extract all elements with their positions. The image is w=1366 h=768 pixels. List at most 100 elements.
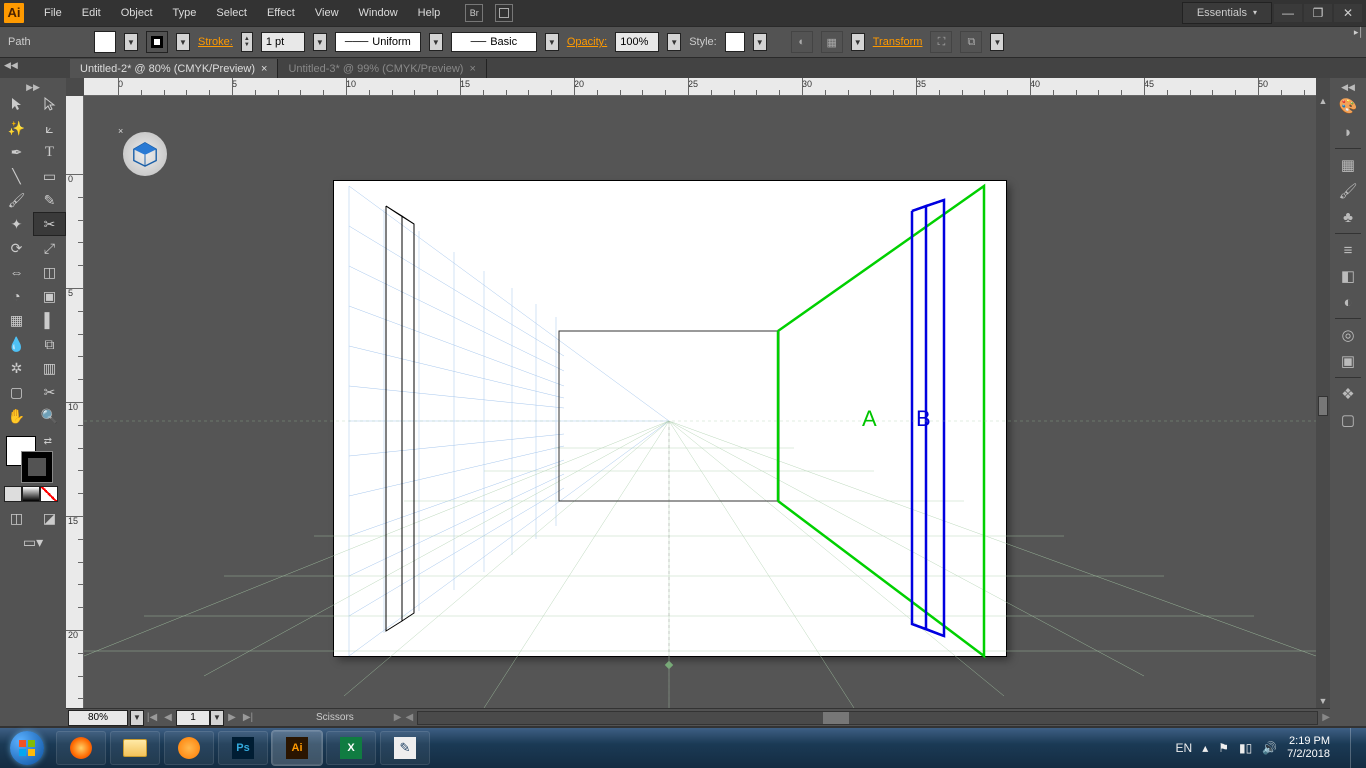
stroke-weight-dropdown[interactable]: ▼ [313, 33, 327, 51]
profile-dropdown[interactable]: ▼ [429, 33, 443, 51]
brush-definition[interactable]: ── Basic [451, 32, 537, 52]
bridge-icon[interactable]: Br [465, 4, 483, 22]
line-tool[interactable]: ╲ [0, 164, 33, 188]
vertical-scrollbar[interactable]: ▲ ▼ [1316, 96, 1330, 708]
selection-tool[interactable] [0, 92, 33, 116]
scroll-thumb-h[interactable] [823, 712, 849, 724]
taskbar-explorer-button[interactable] [110, 731, 160, 765]
menu-type[interactable]: Type [163, 0, 207, 26]
window-minimize-button[interactable]: — [1274, 4, 1302, 22]
scroll-down-icon[interactable]: ▼ [1317, 696, 1329, 708]
taskbar-app-button[interactable]: ✎ [380, 731, 430, 765]
menu-effect[interactable]: Effect [257, 0, 305, 26]
artboard-number-field[interactable]: 1 [176, 710, 210, 726]
show-desktop-button[interactable] [1350, 728, 1362, 768]
last-artboard-button[interactable]: ▶| [240, 712, 256, 723]
prev-artboard-button[interactable]: ◀ [160, 712, 176, 723]
clip-dropdown[interactable]: ▼ [990, 33, 1004, 51]
toolbox-expand-icon[interactable]: ▶▶ [0, 82, 66, 92]
graphic-style-swatch[interactable] [725, 32, 745, 52]
artboard-tool[interactable]: ▢ [0, 380, 33, 404]
color-guide-panel-icon[interactable]: ◗ [1334, 120, 1362, 144]
shape-builder-tool[interactable]: ◔ [0, 284, 33, 308]
zoom-dropdown[interactable]: ▼ [130, 710, 144, 726]
paintbrush-tool[interactable]: 🖌 [0, 188, 33, 212]
menu-file[interactable]: File [34, 0, 72, 26]
stroke-panel-icon[interactable]: ≡ [1334, 238, 1362, 262]
pencil-tool[interactable]: ✎ [33, 188, 66, 212]
start-button[interactable] [4, 728, 50, 768]
fill-stroke-indicator[interactable]: ⇄ [6, 436, 52, 482]
taskbar-firefox-button[interactable] [56, 731, 106, 765]
tray-volume-icon[interactable]: 🔊 [1262, 741, 1277, 755]
artboards-panel-icon[interactable]: ▢ [1334, 408, 1362, 432]
direct-selection-tool[interactable] [33, 92, 66, 116]
align-dropdown[interactable]: ▼ [851, 33, 865, 51]
window-maximize-button[interactable]: ❐ [1304, 4, 1332, 22]
rightdock-expand-icon[interactable]: ◀◀ [1341, 82, 1355, 92]
menu-window[interactable]: Window [349, 0, 408, 26]
brushes-panel-icon[interactable]: 🖌 [1334, 179, 1362, 203]
zoom-level-field[interactable]: 80% [68, 710, 128, 726]
layers-panel-icon[interactable]: ❖ [1334, 382, 1362, 406]
graphic-styles-panel-icon[interactable]: ▣ [1334, 349, 1362, 373]
opacity-field[interactable]: 100% [615, 32, 659, 52]
type-tool[interactable]: T [33, 140, 66, 164]
document-tab-1-close-icon[interactable]: × [261, 63, 267, 75]
stroke-weight-stepper[interactable]: ▲▼ [241, 32, 253, 52]
menu-help[interactable]: Help [408, 0, 451, 26]
gradient-tool[interactable]: ▌ [33, 308, 66, 332]
fill-dropdown[interactable]: ▼ [124, 33, 138, 51]
opacity-panel-link[interactable]: Opacity: [567, 36, 607, 48]
menu-view[interactable]: View [305, 0, 349, 26]
lasso-tool[interactable]: ⟀ [33, 116, 66, 140]
tray-network-icon[interactable]: ▮▯ [1239, 741, 1252, 755]
tray-clock[interactable]: 2:19 PM 7/2/2018 [1287, 735, 1334, 761]
tray-expand-icon[interactable]: ▴ [1202, 741, 1208, 755]
swatches-panel-icon[interactable]: ▦ [1334, 153, 1362, 177]
tray-language-indicator[interactable]: EN [1176, 741, 1193, 755]
opacity-dropdown[interactable]: ▼ [667, 33, 681, 51]
scale-tool[interactable]: ⤢ [33, 236, 66, 260]
window-close-button[interactable]: ✕ [1334, 4, 1362, 22]
taskbar-mediaplayer-button[interactable] [164, 731, 214, 765]
artboard-dropdown[interactable]: ▼ [210, 710, 224, 726]
variable-width-profile[interactable]: ─── Uniform [335, 32, 421, 52]
symbol-sprayer-tool[interactable]: ✲ [0, 356, 33, 380]
tray-action-center-icon[interactable]: ⚑ [1218, 741, 1229, 755]
width-tool[interactable]: ⇔ [0, 260, 33, 284]
stroke-color-swatch[interactable] [22, 452, 52, 482]
gradient-mode-button[interactable] [22, 486, 40, 502]
rotate-tool[interactable]: ⟳ [0, 236, 33, 260]
first-artboard-button[interactable]: |◀ [144, 712, 160, 723]
draw-behind-button[interactable]: ◪ [33, 506, 66, 530]
menu-edit[interactable]: Edit [72, 0, 111, 26]
workspace-switcher[interactable]: Essentials▾ [1182, 2, 1272, 24]
align-panel-icon[interactable]: ▦ [821, 31, 843, 53]
screen-mode-button[interactable]: ▭▾ [0, 530, 66, 554]
stroke-weight-field[interactable]: 1 pt [261, 32, 305, 52]
isolate-icon[interactable]: ⛶ [930, 31, 952, 53]
stroke-swatch[interactable] [146, 31, 168, 53]
blend-tool[interactable]: ⧉ [33, 332, 66, 356]
edit-clip-icon[interactable]: ⧉ [960, 31, 982, 53]
taskbar-photoshop-button[interactable]: Ps [218, 731, 268, 765]
hand-tool[interactable]: ✋ [0, 404, 33, 428]
transparency-panel-icon[interactable]: ◐ [1334, 290, 1362, 314]
menu-select[interactable]: Select [206, 0, 257, 26]
symbols-panel-icon[interactable]: ♣ [1334, 205, 1362, 229]
color-panel-icon[interactable]: 🎨 [1334, 94, 1362, 118]
scroll-up-icon[interactable]: ▲ [1317, 96, 1329, 108]
recolor-artwork-icon[interactable]: ◐ [791, 31, 813, 53]
horizontal-scrollbar[interactable] [417, 711, 1318, 725]
taskbar-excel-button[interactable]: X [326, 731, 376, 765]
zoom-tool[interactable]: 🔍 [33, 404, 66, 428]
arrange-docs-icon[interactable] [495, 4, 513, 22]
perspective-plane-widget[interactable] [122, 131, 168, 177]
stroke-dropdown[interactable]: ▼ [176, 33, 190, 51]
perspective-grid-tool[interactable]: ▣ [33, 284, 66, 308]
menu-object[interactable]: Object [111, 0, 163, 26]
status-menu-icon[interactable]: ▶ [394, 712, 402, 723]
next-artboard-button[interactable]: ▶ [224, 712, 240, 723]
document-tab-2-close-icon[interactable]: × [469, 63, 475, 75]
